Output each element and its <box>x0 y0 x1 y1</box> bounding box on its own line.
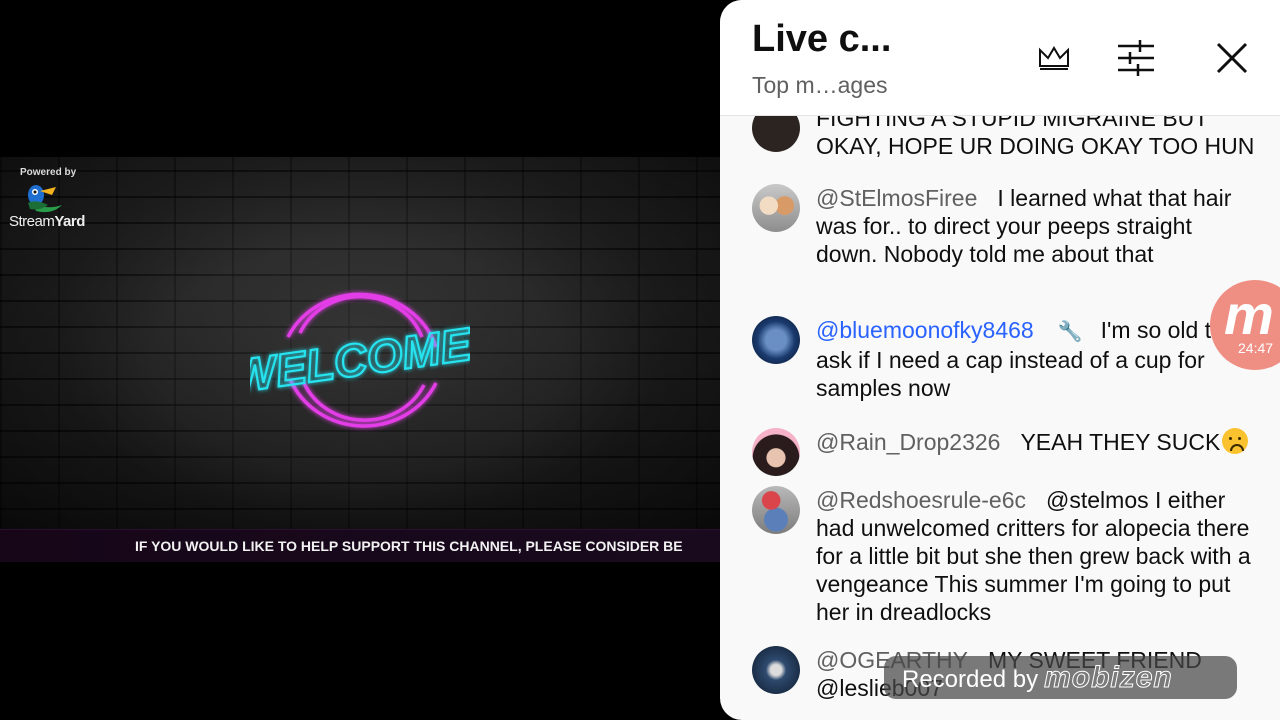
chat-message-list[interactable]: FIGHTING A STUPID MIGRAINE BUT OKAY, HOP… <box>720 116 1280 720</box>
chat-header: Live c... Top m…ages <box>720 0 1280 116</box>
message-author-moderator[interactable]: @bluemoonofky8468 <box>816 317 1034 343</box>
recorded-by-watermark: Recorded by mobizen <box>884 656 1237 699</box>
recorded-by-label: Recorded by <box>902 666 1039 693</box>
screen: Powered by StreamYard WELCOME! IF YOU WO… <box>0 0 1280 720</box>
crown-icon[interactable] <box>1032 36 1076 80</box>
recorder-logo-letter: m <box>1224 283 1274 346</box>
avatar[interactable] <box>752 184 800 232</box>
streamyard-word-stream: Stream <box>9 213 55 230</box>
moderator-wrench-icon: 🔧 <box>1057 321 1083 343</box>
avatar[interactable] <box>752 486 800 534</box>
avatar <box>752 116 800 152</box>
streamyard-duck-logo-icon <box>28 185 62 213</box>
chat-title: Live c... <box>752 18 892 60</box>
message-body: FIGHTING A STUPID MIGRAINE BUT OKAY, HOP… <box>816 116 1256 160</box>
live-chat-panel: Live c... Top m…ages FIGHTING A STUPID M… <box>720 0 1280 720</box>
support-ticker: IF YOU WOULD LIKE TO HELP SUPPORT THIS C… <box>0 529 720 562</box>
close-icon[interactable] <box>1210 36 1254 80</box>
message-body: @StElmosFiree I learned what that hair wa… <box>816 184 1256 268</box>
welcome-neon-sign: WELCOME! <box>250 292 470 428</box>
message-text: FIGHTING A STUPID MIGRAINE BUT OKAY, HOP… <box>816 116 1255 159</box>
recording-timer: 24:47 <box>1238 340 1274 356</box>
streamyard-wordmark: StreamYard <box>9 213 85 230</box>
avatar[interactable] <box>752 428 800 476</box>
recorder-brand-name: mobizen <box>1044 661 1173 695</box>
video-player[interactable]: Powered by StreamYard WELCOME! IF YOU WO… <box>0 157 720 562</box>
filter-sliders-icon[interactable] <box>1114 36 1158 80</box>
message-text: YEAH THEY SUCK <box>1020 429 1221 455</box>
welcome-text: WELCOME! <box>250 316 470 403</box>
powered-by-label: Powered by <box>20 167 77 178</box>
message-author[interactable]: @Rain_Drop2326 <box>816 429 1000 455</box>
chat-mode-selector[interactable]: Top m…ages <box>752 72 888 99</box>
frowning-face-emoji-icon <box>1222 428 1249 454</box>
streamyard-word-yard: Yard <box>54 213 85 230</box>
avatar[interactable] <box>752 646 800 694</box>
message-author[interactable]: @StElmosFiree <box>816 185 977 211</box>
message-author[interactable]: @Redshoesrule-e6c <box>816 487 1026 513</box>
avatar[interactable] <box>752 316 800 364</box>
message-body: @bluemoonofky8468 🔧 I'm so old they ask if… <box>816 316 1256 402</box>
message-body: @Rain_Drop2326 YEAH THEY SUCK <box>816 428 1256 456</box>
message-body: @Redshoesrule-e6c @stelmos I either had u… <box>816 486 1256 626</box>
